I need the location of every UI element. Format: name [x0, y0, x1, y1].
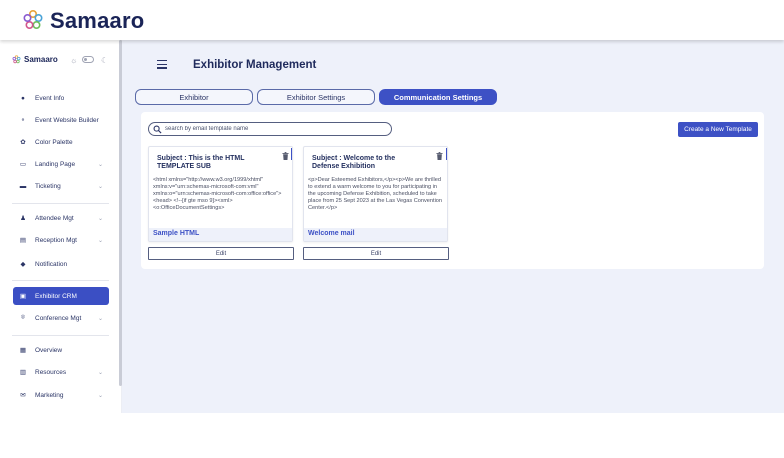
template-name: Sample HTML — [153, 230, 200, 237]
page-title: Exhibitor Management — [193, 59, 317, 71]
website-builder-icon: ⚬ — [20, 117, 26, 124]
sidebar-item-notification[interactable]: ◆ Notification — [13, 255, 109, 273]
template-card[interactable]: Subject : This is the HTML TEMPLATE SUB … — [148, 146, 293, 242]
sidebar-item-label: Reception Mgt — [35, 236, 77, 244]
sidebar-item-label: Notification — [35, 260, 68, 268]
reception-icon: ▤ — [19, 237, 27, 244]
chevron-down-icon[interactable]: ⌄ — [98, 315, 103, 322]
sidebar-item-color-palette[interactable]: ✿ Color Palette — [13, 133, 109, 151]
trash-icon[interactable] — [436, 152, 443, 160]
sidebar-item-attendee-mgt[interactable]: ♟ Attendee Mgt ⌄ — [13, 209, 109, 227]
overview-icon: ▦ — [19, 347, 27, 354]
sidebar-item-overview[interactable]: ▦ Overview — [13, 341, 109, 359]
attendee-icon: ♟ — [20, 215, 26, 222]
chevron-down-icon[interactable]: ⌄ — [98, 161, 103, 168]
template-body-preview: <html xmlns="http://www.w3.org/1999/xhtm… — [153, 177, 282, 211]
sun-icon[interactable]: ☼ — [70, 56, 77, 65]
create-template-button[interactable]: Create a New Template — [678, 122, 758, 137]
exhibitor-icon: ▣ — [19, 293, 27, 300]
landing-page-icon: ▭ — [19, 161, 27, 168]
samaaro-logo-icon — [23, 9, 43, 30]
sidebar-item-label: Resources — [35, 368, 67, 376]
theme-toggle[interactable] — [82, 56, 94, 63]
resources-icon: ▥ — [19, 369, 27, 376]
sidebar-item-ticketing[interactable]: ▬ Ticketing ⌄ — [13, 177, 109, 195]
ticket-icon: ▬ — [19, 182, 27, 190]
trash-icon[interactable] — [282, 152, 289, 160]
search-field[interactable] — [148, 122, 392, 136]
sidebar-item-exhibitor-crm[interactable]: ▣ Exhibitor CRM — [13, 287, 109, 305]
template-card[interactable]: Subject : Welcome to the Defense Exhibit… — [303, 146, 448, 242]
template-name-bar: Sample HTML — [149, 228, 292, 241]
sidebar-brand[interactable]: Samaaro — [12, 55, 58, 64]
sidebar-item-landing-page[interactable]: ▭ Landing Page ⌄ — [13, 155, 109, 173]
chevron-down-icon[interactable]: ⌄ — [98, 369, 103, 376]
sidebar-item-label: Ticketing — [35, 182, 61, 190]
top-bar: Samaaro — [0, 0, 784, 40]
sidebar-item-resources[interactable]: ▥ Resources ⌄ — [13, 363, 109, 381]
sidebar-item-label: Exhibitor CRM — [35, 292, 77, 300]
hamburger-menu-icon[interactable] — [157, 60, 167, 70]
sidebar-item-label: Event Website Builder — [35, 116, 99, 124]
chevron-down-icon[interactable]: ⌄ — [98, 215, 103, 222]
moon-icon[interactable]: ☾ — [101, 56, 108, 65]
chevron-down-icon[interactable]: ⌄ — [98, 183, 103, 190]
sidebar-item-label: Color Palette — [35, 138, 73, 146]
edit-template-button[interactable]: Edit — [303, 247, 449, 260]
tab-exhibitor[interactable]: Exhibitor — [135, 89, 253, 105]
scroll-indicator — [291, 148, 292, 160]
tab-communication-settings[interactable]: Communication Settings — [379, 89, 497, 105]
bell-icon: ◆ — [20, 261, 26, 268]
sidebar-item-label: Overview — [35, 346, 63, 354]
marketing-icon: ✉ — [20, 392, 26, 399]
samaaro-small-logo-icon — [12, 55, 21, 64]
template-subject: Subject : Welcome to the Defense Exhibit… — [312, 155, 396, 170]
sidebar-divider — [12, 335, 109, 336]
sidebar-item-event-info[interactable]: ● Event Info — [13, 89, 109, 107]
conference-icon: ⌾ — [21, 314, 25, 321]
scroll-indicator — [446, 148, 447, 160]
sidebar-item-reception-mgt[interactable]: ▤ Reception Mgt ⌄ — [13, 231, 109, 249]
sidebar-item-label: Event Info — [35, 94, 65, 102]
chevron-down-icon[interactable]: ⌄ — [98, 392, 103, 399]
edit-template-button[interactable]: Edit — [148, 247, 294, 260]
brand-name: Samaaro — [50, 8, 145, 33]
sidebar-item-marketing[interactable]: ✉ Marketing ⌄ — [13, 386, 109, 404]
template-subject: Subject : This is the HTML TEMPLATE SUB — [157, 155, 245, 170]
tab-exhibitor-settings[interactable]: Exhibitor Settings — [257, 89, 375, 105]
sidebar-divider — [12, 280, 109, 281]
template-name-bar: Welcome mail — [304, 228, 447, 241]
sidebar-item-conference-mgt[interactable]: ⌾ Conference Mgt ⌄ — [13, 309, 109, 327]
search-icon — [153, 125, 162, 134]
palette-icon: ✿ — [20, 139, 26, 146]
chevron-down-icon[interactable]: ⌄ — [98, 237, 103, 244]
sidebar-item-label: Attendee Mgt — [35, 214, 74, 222]
search-input[interactable] — [165, 126, 385, 132]
sidebar-item-label: Conference Mgt — [35, 314, 82, 322]
sidebar-item-label: Landing Page — [35, 160, 76, 168]
sidebar-divider — [12, 203, 109, 204]
sidebar-item-label: Marketing — [35, 391, 64, 399]
sidebar-item-event-website-builder[interactable]: ⚬ Event Website Builder — [13, 111, 109, 129]
info-icon: ● — [21, 94, 25, 102]
sidebar-brand-name: Samaaro — [24, 55, 58, 64]
template-name: Welcome mail — [308, 230, 355, 237]
template-body-preview: <p>Dear Esteemed Exhibitors,</p><p>We ar… — [308, 177, 443, 211]
